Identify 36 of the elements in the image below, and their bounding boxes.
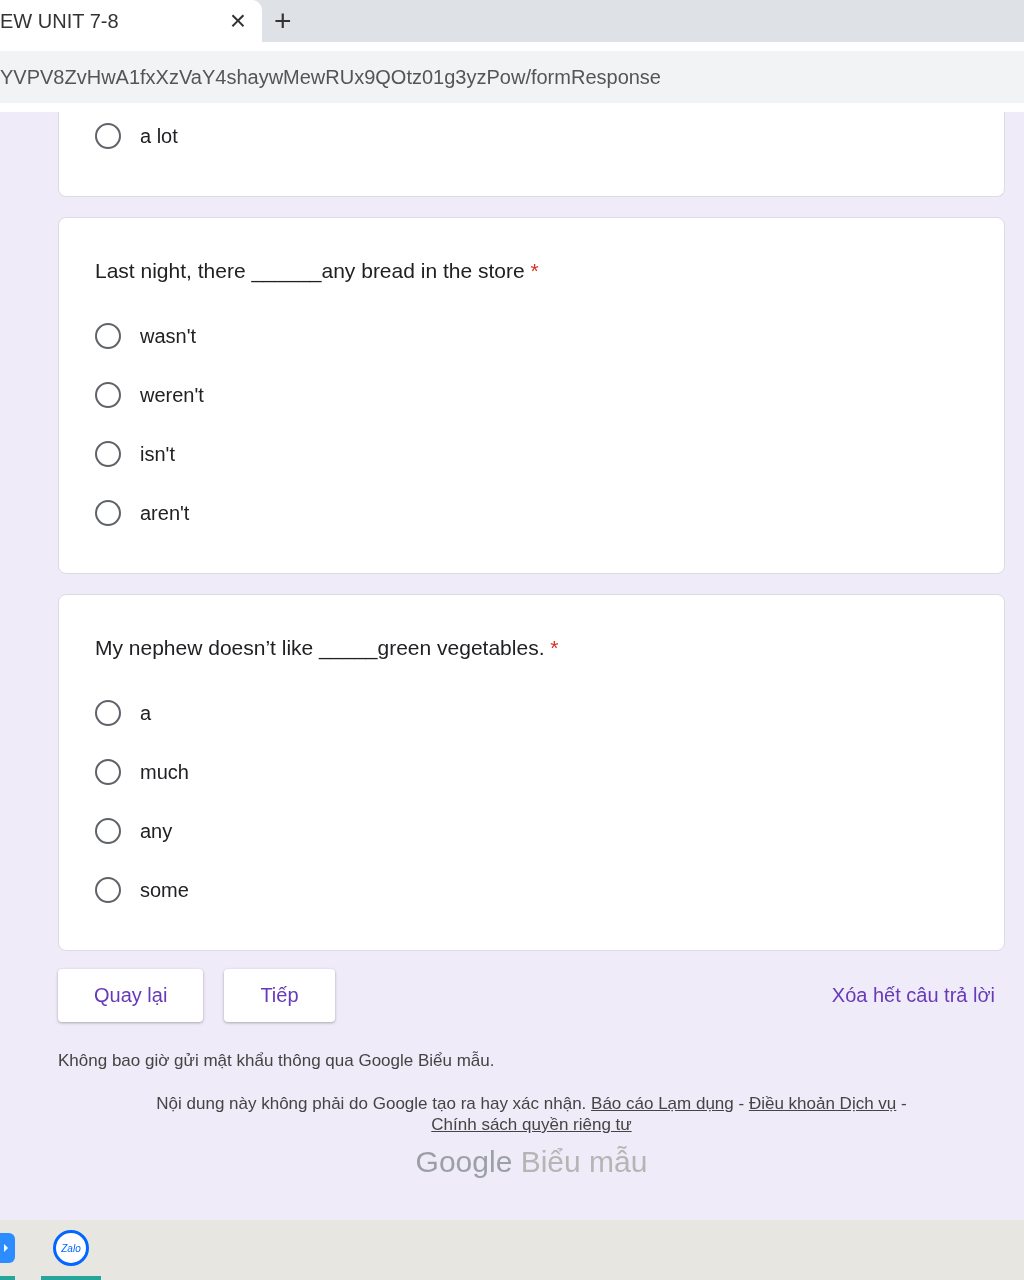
- question-text: My nephew doesn’t like _____green vegetables. *: [95, 635, 560, 662]
- radio-button[interactable]: [95, 323, 121, 349]
- radio-button[interactable]: [95, 877, 121, 903]
- option-label: wasn't: [140, 324, 197, 348]
- option-label: weren't: [140, 383, 204, 407]
- option-label: any: [140, 819, 173, 843]
- radio-button[interactable]: [95, 818, 121, 844]
- option-label: a lot: [140, 124, 178, 148]
- browser-tab[interactable]: EW UNIT 7-8 ×: [0, 0, 262, 42]
- option-label: isn't: [140, 442, 175, 466]
- radio-button[interactable]: [95, 123, 121, 149]
- forms-logo: Google Biểu mẫu: [414, 1145, 649, 1179]
- nav-button[interactable]: Quay lại: [58, 969, 204, 1022]
- question-text: Last night, there ______any bread in the store *: [95, 258, 540, 285]
- radio-button[interactable]: [95, 700, 121, 726]
- radio-button[interactable]: [95, 500, 121, 526]
- radio-button[interactable]: [95, 759, 121, 785]
- taskbar-app-icon[interactable]: Zalo: [53, 1230, 89, 1266]
- footer-link[interactable]: Điều khoản Dịch vụ: [748, 1094, 897, 1113]
- clear-answers-link[interactable]: Xóa hết câu trả lời: [831, 984, 995, 1007]
- disclaimer-text: Nội dung này không phải do Google tạo ra hay xác nhận. Báo cáo Lạm dụng - Điều khoản Dịch vụ - Chính sách quyền riêng tư: [155, 1093, 908, 1135]
- footer-link[interactable]: Báo cáo Lạm dụng: [591, 1094, 734, 1113]
- option-label: aren't: [140, 501, 190, 525]
- password-notice: Không bao giờ gửi mật khẩu thông qua Google Biểu mẫu.: [58, 1051, 496, 1071]
- radio-button[interactable]: [95, 382, 121, 408]
- footer-link[interactable]: Chính sách quyền riêng tư: [431, 1115, 632, 1134]
- radio-button[interactable]: [95, 441, 121, 467]
- nav-button[interactable]: Tiếp: [224, 969, 335, 1022]
- close-tab-button[interactable]: ×: [225, 5, 250, 37]
- option-label: some: [140, 878, 189, 902]
- option-label: a: [140, 701, 152, 725]
- app-icon[interactable]: [0, 1233, 15, 1263]
- tab-title: EW UNIT 7-8: [0, 9, 120, 33]
- option-label: much: [140, 760, 189, 784]
- address-bar[interactable]: YVPV8ZvHwA1fxXzVaY4shaywMewRUx9QOtz01g3yzPow/formResponse: [0, 51, 1024, 103]
- new-tab-button[interactable]: +: [268, 0, 298, 42]
